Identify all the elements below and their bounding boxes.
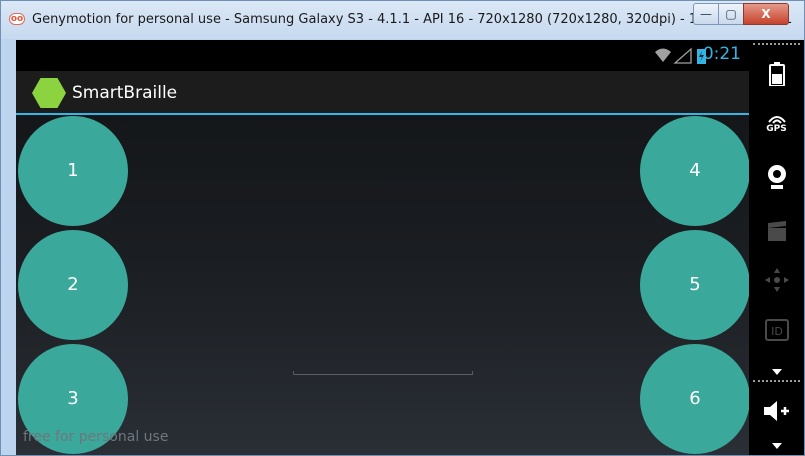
gps-icon[interactable]: GPS	[749, 114, 804, 134]
close-button[interactable]: X	[743, 3, 789, 25]
webcam-icon[interactable]	[749, 164, 804, 190]
genymotion-logo-icon: oo	[9, 13, 25, 25]
genymotion-sidebar: GPS ID	[749, 40, 804, 455]
sidebar-divider-2	[753, 380, 800, 382]
maximize-button[interactable]: ▢	[718, 3, 744, 25]
volume-up-icon[interactable]	[749, 400, 804, 422]
braille-dot-1[interactable]: 1	[18, 116, 128, 226]
window-title: Genymotion for personal use - Samsung Ga…	[32, 12, 793, 27]
app-title: SmartBraille	[72, 83, 178, 103]
android-status-bar: 0:21	[16, 40, 749, 71]
status-icons	[653, 46, 709, 70]
battery-icon[interactable]	[749, 62, 804, 86]
scroll-down-icon[interactable]	[749, 442, 804, 450]
minimize-button[interactable]: —	[693, 3, 719, 25]
sidebar-divider	[753, 43, 800, 45]
scroll-down-icon[interactable]	[749, 368, 804, 376]
dpad-icon[interactable]	[749, 266, 804, 294]
watermark-text: free for personal use	[23, 429, 169, 445]
emulator-window: oo Genymotion for personal use - Samsung…	[0, 0, 805, 456]
clapperboard-icon[interactable]	[749, 220, 804, 242]
gps-label: GPS	[766, 124, 787, 134]
hexagon-icon[interactable]	[32, 78, 66, 108]
braille-dot-4[interactable]: 4	[640, 116, 749, 226]
id-icon[interactable]: ID	[749, 318, 804, 342]
device-screen: 0:21 SmartBraille 1 2 3 4 5 6 free for p…	[16, 40, 749, 455]
braille-dot-6[interactable]: 6	[640, 344, 749, 454]
action-bar: SmartBraille	[16, 71, 749, 115]
id-label: ID	[771, 325, 783, 338]
input-divider	[293, 371, 473, 375]
wifi-icon	[655, 47, 706, 64]
braille-dot-2[interactable]: 2	[18, 230, 128, 340]
braille-dot-5[interactable]: 5	[640, 230, 749, 340]
title-bar[interactable]: oo Genymotion for personal use - Samsung…	[1, 1, 804, 39]
status-clock: 0:21	[702, 44, 741, 64]
